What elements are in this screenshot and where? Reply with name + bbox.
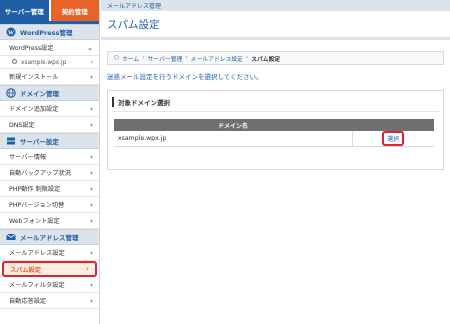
sidebar-item-server-info[interactable]: サーバー情報 › — [0, 149, 99, 165]
sidebar-item-label: 自動バックアップ状況 — [9, 170, 71, 177]
sidebar-item-spam[interactable]: スパム設定 › — [2, 261, 97, 277]
section-domain: ドメイン管理 — [0, 85, 99, 101]
sidebar-item-mail-filter[interactable]: メールフィルタ設定 › — [0, 277, 99, 293]
sidebar-item-wordpress-settings[interactable]: WordPress設定 ⌄ — [0, 40, 99, 56]
top-tabs: サーバー管理 契約管理 — [0, 0, 99, 21]
page-title: スパム設定 — [101, 11, 450, 40]
tab-contract-management[interactable]: 契約管理 — [50, 0, 99, 21]
svg-text:W: W — [8, 30, 14, 36]
sidebar-subitem-label: xsample.wpx.jp — [21, 59, 67, 66]
breadcrumb-home[interactable]: ホーム — [122, 54, 139, 63]
chevron-right-icon: › — [90, 216, 93, 225]
sidebar-item-label: Webフォント設定 — [9, 218, 60, 225]
domain-table: ドメイン名 xsample.wpx.jp 選択 — [114, 119, 434, 147]
section-wordpress-title: WordPress管理 — [20, 29, 73, 37]
globe-icon — [6, 88, 16, 98]
chevron-right-icon: › — [90, 184, 93, 193]
sidebar-item-webfont[interactable]: Webフォント設定 › — [0, 213, 99, 229]
mail-icon — [6, 232, 16, 242]
chevron-down-icon: ⌄ — [87, 43, 93, 52]
sidebar-item-label: PHPバージョン切替 — [9, 202, 65, 209]
section-label: メールアドレス管理 — [101, 0, 450, 11]
chevron-right-icon: › — [142, 55, 145, 61]
chevron-right-icon: › — [90, 168, 93, 177]
select-button[interactable]: 選択 — [382, 131, 405, 146]
chevron-right-icon: › — [90, 152, 93, 161]
table-header-row: ドメイン名 — [114, 119, 434, 131]
section-mail: メールアドレス管理 — [0, 229, 99, 245]
chevron-right-icon: › — [90, 248, 93, 257]
section-server: サーバー設定 — [0, 133, 99, 149]
domain-name-cell: xsample.wpx.jp — [114, 131, 352, 147]
sidebar: サーバー管理 契約管理 W WordPress管理 WordPress設定 ⌄ … — [0, 0, 100, 324]
sidebar-item-backup[interactable]: 自動バックアップ状況 › — [0, 165, 99, 181]
sidebar-item-mail-address[interactable]: メールアドレス設定 › — [0, 245, 99, 261]
section-mail-title: メールアドレス管理 — [20, 234, 79, 242]
sidebar-item-label: スパム設定 — [10, 266, 41, 274]
chevron-right-icon: › — [90, 104, 93, 113]
chevron-right-icon: › — [90, 280, 93, 289]
breadcrumb-current: スパム設定 — [251, 56, 281, 63]
server-icon — [6, 136, 16, 146]
sidebar-item-php-version[interactable]: PHPバージョン切替 › — [0, 197, 99, 213]
chevron-right-icon: › — [185, 55, 188, 61]
sidebar-item-label: メールフィルタ設定 — [9, 282, 65, 289]
home-icon: ○ — [114, 55, 120, 61]
divider — [112, 111, 439, 112]
sidebar-item-label: PHP動作 制限設定 — [9, 186, 61, 193]
sidebar-item-label: DNS設定 — [9, 122, 35, 129]
column-header-action — [352, 119, 434, 131]
breadcrumb: ○ ホーム › サーバー管理 › メールアドレス設定 › スパム設定 — [107, 51, 444, 65]
sidebar-item-label: サーバー情報 — [9, 154, 47, 161]
sidebar-item-label: 自動応答設定 — [9, 298, 47, 305]
chevron-right-icon: › — [90, 58, 93, 66]
sidebar-item-domain-add[interactable]: ドメイン追加設定 › — [0, 101, 99, 117]
chevron-right-icon: › — [90, 72, 93, 81]
tab-server-management[interactable]: サーバー管理 — [0, 0, 49, 21]
section-domain-title: ドメイン管理 — [20, 90, 59, 98]
chevron-right-icon: › — [245, 55, 249, 61]
sidebar-item-php-limit[interactable]: PHP動作 制限設定 › — [0, 181, 99, 197]
sidebar-subitem-content: xsample.wpx.jp — [12, 58, 67, 66]
sidebar-item-label: ドメイン追加設定 — [9, 106, 59, 113]
sidebar-item-label: 新規インストール — [9, 74, 59, 81]
wordpress-icon: W — [6, 27, 16, 37]
table-row: xsample.wpx.jp 選択 — [114, 131, 434, 147]
breadcrumb-mail-settings[interactable]: メールアドレス設定 — [191, 54, 243, 63]
domain-select-panel: 対象ドメイン選択 ドメイン名 xsample.wpx.jp 選択 — [107, 90, 444, 170]
section-server-title: サーバー設定 — [20, 138, 59, 146]
sidebar-subitem-domain[interactable]: xsample.wpx.jp › — [0, 56, 99, 69]
instruction-text: 迷惑メール設定を行うドメインを選択してください。 — [107, 73, 263, 81]
action-cell: 選択 — [351, 131, 434, 147]
column-header-domain: ドメイン名 — [114, 119, 352, 131]
sidebar-item-auto-reply[interactable]: 自動応答設定 › — [0, 293, 99, 309]
sidebar-item-new-install[interactable]: 新規インストール › — [0, 69, 99, 85]
radio-icon — [12, 58, 17, 64]
breadcrumb-server-management[interactable]: サーバー管理 — [148, 54, 183, 63]
sidebar-item-label: メールアドレス設定 — [9, 250, 65, 257]
section-wordpress: W WordPress管理 — [0, 24, 99, 40]
sidebar-item-dns[interactable]: DNS設定 › — [0, 117, 99, 133]
chevron-right-icon: › — [90, 120, 93, 129]
panel-title: 対象ドメイン選択 — [112, 97, 170, 107]
chevron-right-icon: › — [86, 265, 89, 273]
main-content: メールアドレス管理 スパム設定 ○ ホーム › サーバー管理 › メールアドレス… — [101, 0, 450, 324]
sidebar-item-label: WordPress設定 — [9, 45, 54, 52]
chevron-right-icon: › — [90, 200, 93, 209]
chevron-right-icon: › — [90, 296, 93, 305]
